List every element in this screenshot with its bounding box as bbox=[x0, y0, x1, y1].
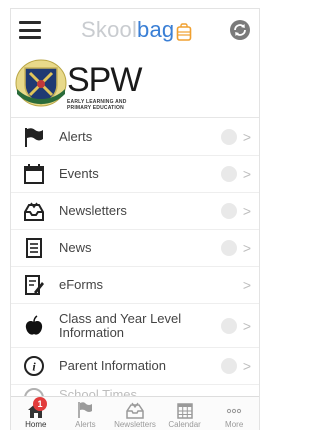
chevron-right-icon: > bbox=[242, 240, 251, 256]
menu-item-label: eForms bbox=[59, 277, 104, 292]
brand-word-skool: Skool bbox=[81, 17, 138, 42]
more-dots-icon bbox=[225, 401, 243, 419]
sync-icon[interactable] bbox=[229, 19, 251, 41]
brand-logo: Skool bag bbox=[81, 17, 192, 43]
menu-item-alerts[interactable]: Alerts > bbox=[11, 119, 259, 156]
tab-label: Home bbox=[25, 420, 47, 429]
school-subtitle: EARLY LEARNING AND PRIMARY EDUCATION bbox=[67, 99, 127, 111]
school-crest-logo bbox=[15, 59, 67, 107]
menu-item-eforms[interactable]: eForms > bbox=[11, 267, 259, 304]
school-name: SPW bbox=[67, 61, 142, 99]
flag-icon bbox=[76, 401, 94, 419]
menu-hamburger-icon[interactable] bbox=[19, 21, 41, 39]
tab-label: Newsletters bbox=[114, 420, 156, 429]
tab-calendar[interactable]: Calendar bbox=[160, 397, 210, 430]
school-bag-icon bbox=[176, 21, 192, 41]
menu-item-news[interactable]: News > bbox=[11, 230, 259, 267]
menu-item-label: Alerts bbox=[59, 129, 93, 144]
unread-indicator bbox=[221, 203, 237, 219]
tab-label: More bbox=[225, 420, 244, 429]
svg-text:i: i bbox=[32, 360, 36, 374]
tab-newsletters[interactable]: Newsletters bbox=[110, 397, 160, 430]
brand-word-bag: bag bbox=[137, 17, 175, 42]
menu-item-newsletters[interactable]: Newsletters > bbox=[11, 193, 259, 230]
document-icon bbox=[23, 237, 45, 259]
bottom-tab-bar: 1 Home Alerts Newsletters Calendar More bbox=[11, 396, 259, 430]
tab-label: Calendar bbox=[168, 420, 201, 429]
apple-icon bbox=[23, 314, 45, 337]
calendar-icon bbox=[23, 163, 45, 185]
divider bbox=[11, 117, 259, 118]
chevron-right-icon: > bbox=[242, 203, 251, 219]
inbox-icon bbox=[126, 401, 144, 419]
chevron-right-icon: > bbox=[242, 358, 251, 374]
notification-badge: 1 bbox=[33, 397, 47, 411]
chevron-right-icon: > bbox=[242, 317, 251, 334]
menu-item-label: Newsletters bbox=[59, 203, 127, 218]
tab-more[interactable]: More bbox=[209, 397, 259, 430]
unread-indicator bbox=[221, 166, 237, 182]
menu-item-label: Parent Information bbox=[59, 358, 166, 373]
flag-icon bbox=[23, 126, 45, 148]
school-header: SPW EARLY LEARNING AND PRIMARY EDUCATION bbox=[11, 53, 259, 113]
menu-item-label: News bbox=[59, 240, 92, 255]
chevron-right-icon: > bbox=[242, 166, 251, 182]
menu-item-label: Events bbox=[59, 166, 99, 181]
unread-indicator bbox=[221, 240, 237, 256]
tab-alerts[interactable]: Alerts bbox=[61, 397, 111, 430]
menu-item-label: Class and Year Level Information bbox=[59, 310, 182, 340]
info-icon: i bbox=[23, 355, 45, 377]
unread-indicator bbox=[221, 129, 237, 145]
app-frame: Skool bag SPW EARLY LEARNING AND PRIMARY… bbox=[10, 8, 260, 430]
tab-home[interactable]: 1 Home bbox=[11, 397, 61, 430]
unread-indicator bbox=[221, 317, 237, 334]
menu-item-parent-info[interactable]: i Parent Information > bbox=[11, 348, 259, 385]
calendar-grid-icon bbox=[176, 401, 194, 419]
unread-indicator bbox=[221, 358, 237, 374]
chevron-right-icon: > bbox=[242, 277, 251, 293]
app-bar: Skool bag bbox=[11, 9, 259, 53]
inbox-icon bbox=[23, 200, 45, 222]
form-pen-icon bbox=[23, 274, 45, 296]
menu-item-events[interactable]: Events > bbox=[11, 156, 259, 193]
main-menu-list: Alerts > Events > Newsletters > News > e… bbox=[11, 119, 259, 405]
tab-label: Alerts bbox=[75, 420, 96, 429]
school-subtitle-line2: PRIMARY EDUCATION bbox=[67, 105, 124, 111]
menu-item-class-year-info[interactable]: Class and Year Level Information > bbox=[11, 304, 259, 348]
chevron-right-icon: > bbox=[242, 129, 251, 145]
